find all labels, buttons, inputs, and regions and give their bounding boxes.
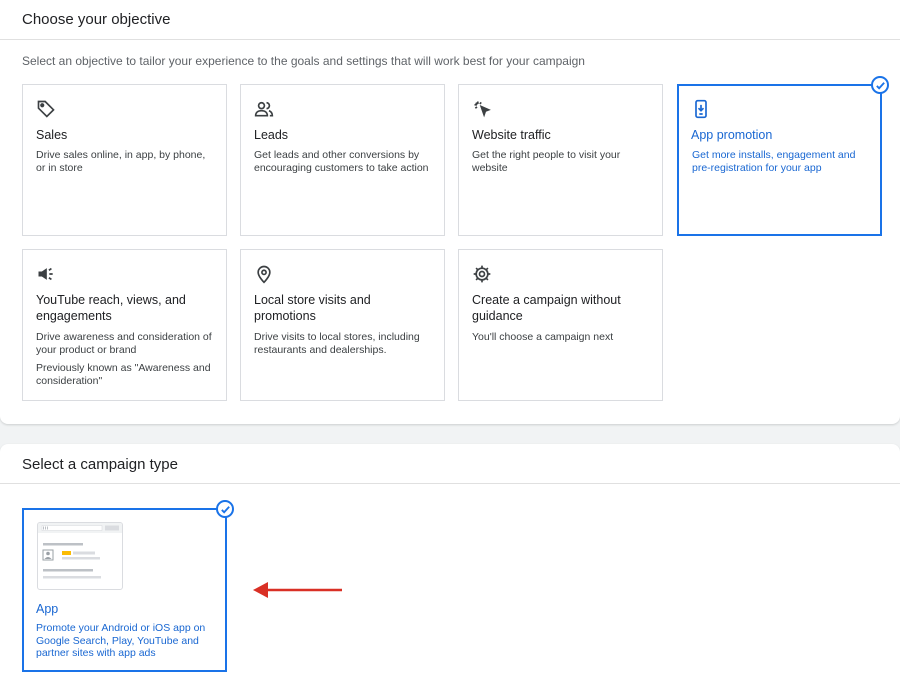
campaign-type-header: Select a campaign type — [0, 444, 900, 484]
card-title: Leads — [254, 128, 289, 142]
objective-header: Choose your objective — [0, 0, 900, 40]
campaign-type-card-app[interactable]: App Promote your Android or iOS app on G… — [22, 508, 227, 672]
phone-download-icon — [691, 99, 711, 119]
megaphone-icon — [36, 264, 56, 284]
card-title: YouTube reach, views, and engagements — [36, 293, 186, 323]
objective-card-app-promotion[interactable]: App promotion Get more installs, engagem… — [677, 84, 882, 236]
objective-title: Choose your objective — [22, 11, 171, 28]
card-desc: Get the right people to visit your websi… — [472, 149, 621, 174]
gear-icon — [472, 264, 492, 284]
card-desc: Drive visits to local stores, including … — [254, 331, 420, 356]
app-ad-illustration-icon — [37, 522, 123, 590]
campaign-type-panel: Select a campaign type App Promote your … — [0, 444, 900, 687]
card-note: Previously known as "Awareness and consi… — [36, 362, 211, 387]
card-title: Website traffic — [472, 128, 551, 142]
selected-check-icon — [216, 500, 234, 518]
card-title: Create a campaign without guidance — [472, 293, 621, 323]
card-title: App — [36, 602, 59, 616]
card-title: Sales — [36, 128, 68, 142]
objective-card-leads[interactable]: Leads Get leads and other conversions by… — [240, 84, 445, 236]
objective-subtitle: Select an objective to tailor your exper… — [22, 54, 585, 68]
objective-card-no-guidance[interactable]: Create a campaign without guidance You'l… — [458, 249, 663, 401]
card-desc: Drive awareness and consideration of you… — [36, 331, 212, 356]
people-icon — [254, 99, 274, 119]
card-desc: Get more installs, engagement and pre-re… — [692, 149, 856, 174]
card-desc: Get leads and other conversions by encou… — [254, 149, 429, 174]
cursor-click-icon — [472, 99, 492, 119]
card-title: Local store visits and promotions — [254, 293, 371, 323]
selected-check-icon — [871, 76, 889, 94]
objective-card-sales[interactable]: Sales Drive sales online, in app, by pho… — [22, 84, 227, 236]
red-arrow-icon — [253, 582, 342, 598]
card-desc: Drive sales online, in app, by phone, or… — [36, 149, 206, 174]
objective-card-youtube[interactable]: YouTube reach, views, and engagements Dr… — [22, 249, 227, 401]
location-pin-icon — [254, 264, 274, 284]
tag-icon — [36, 99, 56, 119]
objective-panel: Choose your objective Select an objectiv… — [0, 0, 900, 424]
objective-card-local-store[interactable]: Local store visits and promotions Drive … — [240, 249, 445, 401]
card-title: App promotion — [691, 128, 773, 142]
card-desc: You'll choose a campaign next — [472, 331, 614, 343]
objective-card-website-traffic[interactable]: Website traffic Get the right people to … — [458, 84, 663, 236]
card-desc: Promote your Android or iOS app on Googl… — [36, 622, 206, 659]
campaign-type-title: Select a campaign type — [22, 456, 178, 473]
